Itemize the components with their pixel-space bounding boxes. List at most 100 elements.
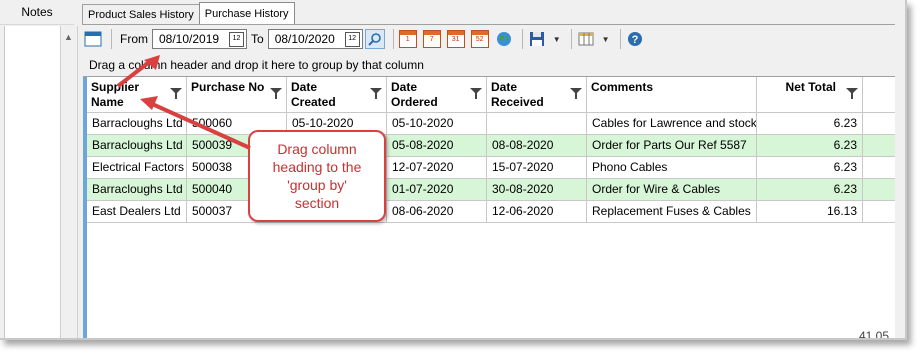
globe-icon	[496, 32, 511, 46]
callout-line: 'group by'	[287, 177, 347, 193]
cell-supplier-name[interactable]: Barracloughs Ltd	[87, 113, 187, 135]
cell-date-received[interactable]	[487, 113, 587, 135]
globe-button[interactable]	[494, 29, 514, 49]
tab-purchase-history[interactable]: Purchase History	[198, 2, 295, 24]
net-total-sum: 41.05	[858, 329, 889, 340]
header-label: Date	[291, 80, 318, 94]
column-header-date-ordered[interactable]: Date Ordered	[387, 77, 487, 113]
scroll-up-icon[interactable]: ▲	[64, 32, 73, 42]
cell-comments[interactable]: Order for Parts Our Ref 5587	[587, 135, 757, 157]
table-row[interactable]: East Dealers Ltd50003708-06-202008-06-20…	[87, 201, 895, 223]
cell-supplier-name[interactable]: Barracloughs Ltd	[87, 135, 187, 157]
cell-date-ordered[interactable]: 01-07-2020	[387, 179, 487, 201]
period-7-days-button[interactable]: 7	[422, 29, 442, 49]
calendar-icon[interactable]: 12	[344, 32, 360, 47]
to-date-value: 08/10/2020	[274, 32, 335, 46]
header-label: Received	[491, 95, 544, 109]
tab-divider	[82, 24, 895, 25]
column-header-date-received[interactable]: Date Received	[487, 77, 587, 113]
callout-line: section	[294, 195, 340, 211]
toolbar-separator	[570, 29, 572, 49]
cell-date-received[interactable]: 12-06-2020	[487, 201, 587, 223]
calendar-7-icon: 7	[422, 30, 441, 48]
filter-icon[interactable]	[170, 88, 182, 99]
toolbar: From 08/10/2019 12 To 08/10/2020 12 1 7 …	[83, 27, 893, 51]
column-header-net-total[interactable]: Net Total	[757, 77, 863, 113]
to-date-input[interactable]: 08/10/2020 12	[267, 29, 363, 49]
cell-comments[interactable]: Order for Wire & Cables	[587, 179, 757, 201]
cell-comments[interactable]: Cables for Lawrence and stock	[587, 113, 757, 135]
column-header-filler	[863, 77, 895, 113]
search-button[interactable]	[364, 29, 385, 49]
floppy-disk-icon	[529, 32, 544, 46]
cell-date-received[interactable]: 15-07-2020	[487, 157, 587, 179]
calendar-31-icon: 31	[446, 30, 465, 48]
callout-line: heading to the	[272, 159, 362, 175]
help-icon: ?	[627, 32, 642, 46]
header-label: Created	[291, 95, 336, 109]
group-by-hint: Drag a column header and drop it here to…	[89, 58, 424, 72]
window-icon[interactable]	[83, 29, 103, 49]
period-1-day-button[interactable]: 1	[398, 29, 418, 49]
cell-comments[interactable]: Phono Cables	[587, 157, 757, 179]
table-row[interactable]: Barracloughs Ltd50004001-07-202001-07-20…	[87, 179, 895, 201]
cell-net-total[interactable]: 6.23	[757, 113, 863, 135]
table-row[interactable]: Barracloughs Ltd50003905-08-202005-08-20…	[87, 135, 895, 157]
chevron-down-icon[interactable]: ▼	[553, 35, 561, 44]
header-label: Supplier	[91, 80, 140, 94]
purchase-grid: Supplier Name Purchase No Date Created D…	[83, 76, 895, 340]
cell-net-total[interactable]: 6.23	[757, 135, 863, 157]
calendar-icon[interactable]: 12	[229, 32, 244, 47]
cell-date-ordered[interactable]: 12-07-2020	[387, 157, 487, 179]
cell-net-total[interactable]: 6.23	[757, 157, 863, 179]
header-label: Purchase No	[191, 80, 265, 94]
help-button[interactable]: ?	[625, 29, 645, 49]
chevron-down-icon[interactable]: ▼	[602, 35, 610, 44]
calendar-1-icon: 1	[398, 30, 417, 48]
notes-scrollbar[interactable]: ▲	[60, 26, 78, 338]
table-row[interactable]: Electrical Factors50003812-07-202012-07-…	[87, 157, 895, 179]
cell-supplier-name[interactable]: Electrical Factors	[87, 157, 187, 179]
notes-header: Notes	[0, 0, 74, 25]
notes-text-area[interactable]	[4, 26, 62, 338]
cell-net-total[interactable]: 6.23	[757, 179, 863, 201]
cell-comments[interactable]: Replacement Fuses & Cables	[587, 201, 757, 223]
cell-date-ordered[interactable]: 05-08-2020	[387, 135, 487, 157]
column-header-date-created[interactable]: Date Created	[287, 77, 387, 113]
cell-date-ordered[interactable]: 05-10-2020	[387, 113, 487, 135]
filter-icon[interactable]	[846, 88, 858, 99]
toolbar-separator	[111, 29, 112, 49]
period-31-days-button[interactable]: 31	[446, 29, 466, 49]
table-row[interactable]: Barracloughs Ltd 500060 05-10-2020 05-10-20…	[87, 113, 895, 135]
grid-columns-icon	[578, 32, 594, 46]
cell-net-total[interactable]: 16.13	[757, 201, 863, 223]
save-button[interactable]	[527, 29, 547, 49]
cell-date-received[interactable]: 08-08-2020	[487, 135, 587, 157]
filter-icon[interactable]	[370, 88, 382, 99]
header-label: Date	[391, 80, 418, 94]
tab-product-sales-history[interactable]: Product Sales History	[82, 4, 200, 24]
cell-filler	[863, 113, 895, 135]
cell-filler	[863, 135, 895, 157]
cell-date-received[interactable]: 30-08-2020	[487, 179, 587, 201]
cell-supplier-name[interactable]: East Dealers Ltd	[87, 201, 187, 223]
svg-text:?: ?	[631, 34, 638, 46]
filter-icon[interactable]	[270, 88, 282, 99]
filter-icon[interactable]	[570, 88, 582, 99]
period-52-weeks-button[interactable]: 52	[470, 29, 490, 49]
column-header-supplier-name[interactable]: Supplier Name	[87, 77, 187, 113]
column-header-comments[interactable]: Comments	[587, 77, 757, 113]
header-label: Ordered	[391, 95, 438, 109]
cell-date-ordered[interactable]: 08-06-2020	[387, 201, 487, 223]
cell-supplier-name[interactable]: Barracloughs Ltd	[87, 179, 187, 201]
search-icon	[367, 33, 381, 46]
group-by-panel[interactable]: Drag a column header and drop it here to…	[83, 55, 895, 75]
cell-filler	[863, 157, 895, 179]
filter-icon[interactable]	[470, 88, 482, 99]
from-date-input[interactable]: 08/10/2019 12	[152, 29, 247, 49]
callout-line: Drag column	[277, 141, 357, 157]
from-label: From	[120, 32, 148, 46]
columns-button[interactable]	[576, 29, 596, 49]
column-header-purchase-no[interactable]: Purchase No	[187, 77, 287, 113]
tab-strip: Product Sales History Purchase History	[82, 2, 295, 24]
